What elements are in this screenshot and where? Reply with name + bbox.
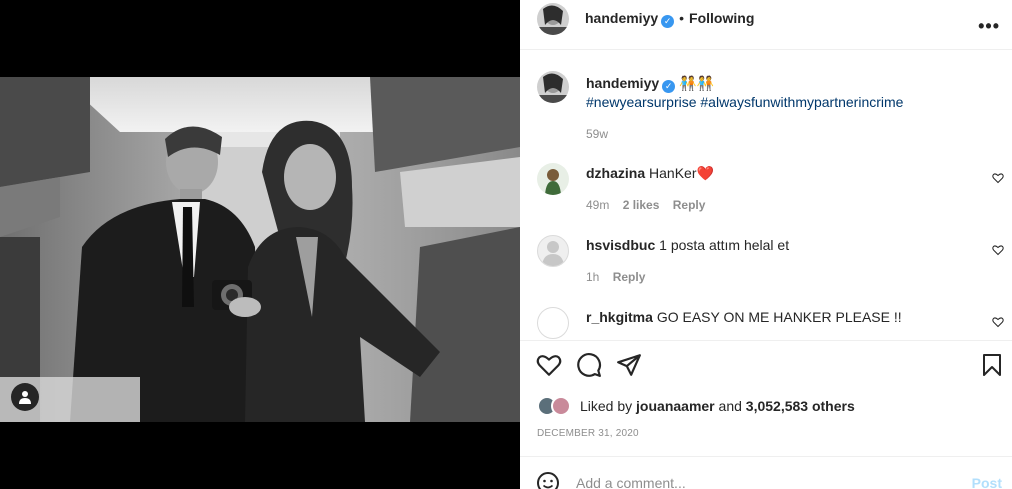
post-caption: handemiyy ✓ 🧑‍🤝‍🧑🧑‍🤝‍🧑 #newyearsurprise #…	[586, 74, 986, 143]
post-date[interactable]: DECEMBER 31, 2020	[537, 428, 639, 439]
author-avatar-image	[537, 3, 569, 35]
reply-button[interactable]: Reply	[613, 270, 646, 284]
more-icon[interactable]: •••	[978, 16, 1000, 37]
add-comment-bar: Add a comment... Post	[520, 456, 1012, 489]
comment-item: dzhazina HanKer❤️ 49m 2 likes Reply	[586, 164, 966, 214]
caption-emoji: 🧑‍🤝‍🧑🧑‍🤝‍🧑	[679, 75, 714, 91]
comment-text: 1 posta attım helal et	[659, 237, 790, 253]
commenter-avatar[interactable]	[537, 235, 569, 267]
comment-icon[interactable]	[576, 352, 602, 378]
comments-divider	[520, 340, 1012, 341]
save-icon[interactable]	[980, 352, 1004, 378]
likes-count[interactable]: 3,052,583 others	[746, 398, 855, 414]
comment-text: GO EASY ON ME HANKER PLEASE !!	[656, 309, 902, 325]
post-comment-button[interactable]: Post	[972, 475, 1002, 489]
caption-username[interactable]: handemiyy	[586, 75, 659, 91]
caption-avatar-image	[537, 71, 569, 103]
post-side-panel: handemiyy ✓ • Following ••• handemiyy ✓ 🧑‍🤝‍…	[520, 0, 1012, 489]
comment-text: HanKer	[649, 165, 697, 181]
comment-input[interactable]: Add a comment...	[576, 475, 686, 489]
comment-like-heart-icon[interactable]	[992, 316, 1004, 328]
commenter-avatar-image	[537, 163, 569, 195]
comment-like-heart-icon[interactable]	[992, 244, 1004, 256]
post-header: handemiyy ✓ • Following •••	[520, 0, 1012, 50]
comment-emoji: ❤️	[696, 165, 714, 181]
caption-hashtags[interactable]: #newyearsurprise #alwaysfunwithmypartner…	[586, 93, 986, 111]
comment-username[interactable]: dzhazina	[586, 165, 645, 181]
post-media	[0, 0, 520, 489]
comment-item: r_hkgitma GO EASY ON ME HANKER PLEASE !!	[586, 308, 966, 326]
heart-icon[interactable]	[536, 352, 562, 378]
comment-age[interactable]: 49m	[586, 198, 609, 212]
emoji-icon[interactable]	[536, 471, 560, 489]
photo-image	[0, 77, 520, 422]
commenter-avatar[interactable]	[537, 163, 569, 195]
author-avatar[interactable]	[537, 3, 569, 35]
post-photo[interactable]	[0, 77, 520, 422]
author-username[interactable]: handemiyy	[585, 10, 658, 26]
action-bar	[520, 352, 1012, 382]
commenter-avatar[interactable]	[537, 307, 569, 339]
user-tag-icon	[19, 391, 31, 404]
comment-username[interactable]: r_hkgitma	[586, 309, 653, 325]
comment-age[interactable]: 1h	[586, 270, 599, 284]
caption-author-avatar[interactable]	[537, 71, 569, 103]
verified-icon: ✓	[661, 15, 675, 28]
likes-summary: Liked by jouanaamer and 3,052,583 others	[537, 396, 855, 416]
liker-avatar	[551, 396, 571, 416]
comment-username[interactable]: hsvisdbuc	[586, 237, 655, 253]
default-avatar-image	[542, 241, 564, 266]
comment-item: hsvisdbuc 1 posta attım helal et 1h Repl…	[586, 236, 966, 286]
verified-icon: ✓	[662, 80, 676, 93]
separator-dot: •	[679, 10, 685, 26]
reply-button[interactable]: Reply	[673, 198, 706, 212]
likes-prefix: Liked by	[580, 398, 633, 414]
liker-username[interactable]: jouanaamer	[636, 398, 715, 414]
tagged-users-button[interactable]	[11, 383, 39, 411]
comment-likes[interactable]: 2 likes	[623, 198, 660, 212]
caption-age[interactable]: 59w	[586, 125, 986, 143]
liker-avatars	[537, 396, 575, 416]
following-button[interactable]: Following	[689, 10, 754, 26]
share-icon[interactable]	[616, 352, 642, 378]
comment-like-heart-icon[interactable]	[992, 172, 1004, 184]
likes-middle: and	[718, 398, 742, 414]
